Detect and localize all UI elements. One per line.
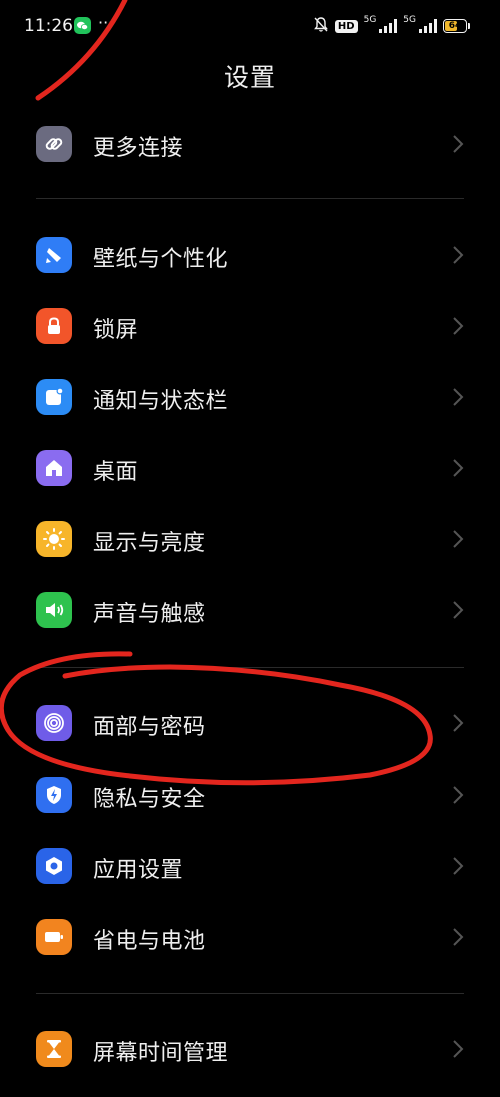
shield-icon (36, 777, 72, 813)
lock-icon (36, 308, 72, 344)
chevron-right-icon (453, 246, 464, 264)
chevron-right-icon (453, 714, 464, 732)
chevron-right-icon (453, 928, 464, 946)
chevron-right-icon (453, 317, 464, 335)
battery-percentage: 64 (448, 21, 462, 31)
section-divider (36, 993, 464, 994)
settings-item-label: 省电与电池 (93, 929, 206, 954)
chevron-right-icon (453, 786, 464, 804)
settings-item-more-connections[interactable]: 更多连接 (0, 112, 500, 176)
battery-icon (36, 919, 72, 955)
brush-icon (36, 237, 72, 273)
status-time: 11:26 (24, 16, 73, 36)
sun-icon (36, 521, 72, 557)
settings-item-notifications[interactable]: 通知与状态栏 (0, 365, 500, 429)
settings-item-label: 通知与状态栏 (93, 389, 229, 414)
section-divider (36, 667, 464, 668)
settings-item-label: 桌面 (93, 460, 139, 485)
settings-item-battery[interactable]: 省电与电池 (0, 905, 500, 969)
settings-item-face-password[interactable]: 面部与密码 (0, 691, 500, 755)
settings-item-label: 更多连接 (93, 136, 184, 161)
app-settings-icon (36, 848, 72, 884)
settings-item-desktop[interactable]: 桌面 (0, 436, 500, 500)
settings-item-screen-time[interactable]: 屏幕时间管理 (0, 1017, 500, 1081)
status-bar: 11:26 ··· HD 5G 5G 64 (0, 0, 500, 52)
chevron-right-icon (453, 135, 464, 153)
status-indicators: HD 5G 5G 64 (313, 15, 470, 37)
chevron-right-icon (453, 459, 464, 477)
hd-voice-badge: HD (334, 19, 358, 33)
settings-item-lock-screen[interactable]: 锁屏 (0, 294, 500, 358)
settings-item-label: 隐私与安全 (93, 787, 206, 812)
link-icon (36, 126, 72, 162)
settings-item-label: 声音与触感 (93, 602, 206, 627)
chevron-right-icon (453, 388, 464, 406)
settings-item-app-settings[interactable]: 应用设置 (0, 834, 500, 898)
settings-item-label: 显示与亮度 (93, 531, 206, 556)
chevron-right-icon (453, 1040, 464, 1058)
wechat-notification-icon (74, 17, 91, 34)
network-type-2: 5G (403, 15, 416, 25)
chevron-right-icon (453, 530, 464, 548)
section-divider (36, 198, 464, 199)
hourglass-icon (36, 1031, 72, 1067)
battery-icon: 64 (443, 19, 467, 33)
settings-item-label: 壁纸与个性化 (93, 247, 229, 272)
settings-item-label: 屏幕时间管理 (93, 1041, 229, 1066)
settings-item-privacy[interactable]: 隐私与安全 (0, 763, 500, 827)
face-id-icon (36, 705, 72, 741)
chevron-right-icon (453, 601, 464, 619)
page-title: 设置 (223, 63, 276, 92)
settings-item-label: 锁屏 (93, 318, 139, 343)
settings-item-label: 面部与密码 (93, 715, 206, 740)
signal-strength-icon-2 (419, 19, 437, 33)
speaker-icon (36, 592, 72, 628)
notification-icon (36, 379, 72, 415)
chevron-right-icon (453, 857, 464, 875)
settings-item-sound[interactable]: 声音与触感 (0, 578, 500, 642)
home-icon (36, 450, 72, 486)
silent-bell-icon (313, 16, 329, 37)
network-type-1: 5G (363, 15, 377, 25)
battery-tip (468, 23, 470, 29)
settings-item-wallpaper[interactable]: 壁纸与个性化 (0, 223, 500, 287)
settings-item-display[interactable]: 显示与亮度 (0, 507, 500, 571)
settings-item-label: 应用设置 (93, 858, 184, 883)
more-notifications-icon: ··· (98, 13, 114, 32)
signal-strength-icon-1 (379, 19, 398, 33)
